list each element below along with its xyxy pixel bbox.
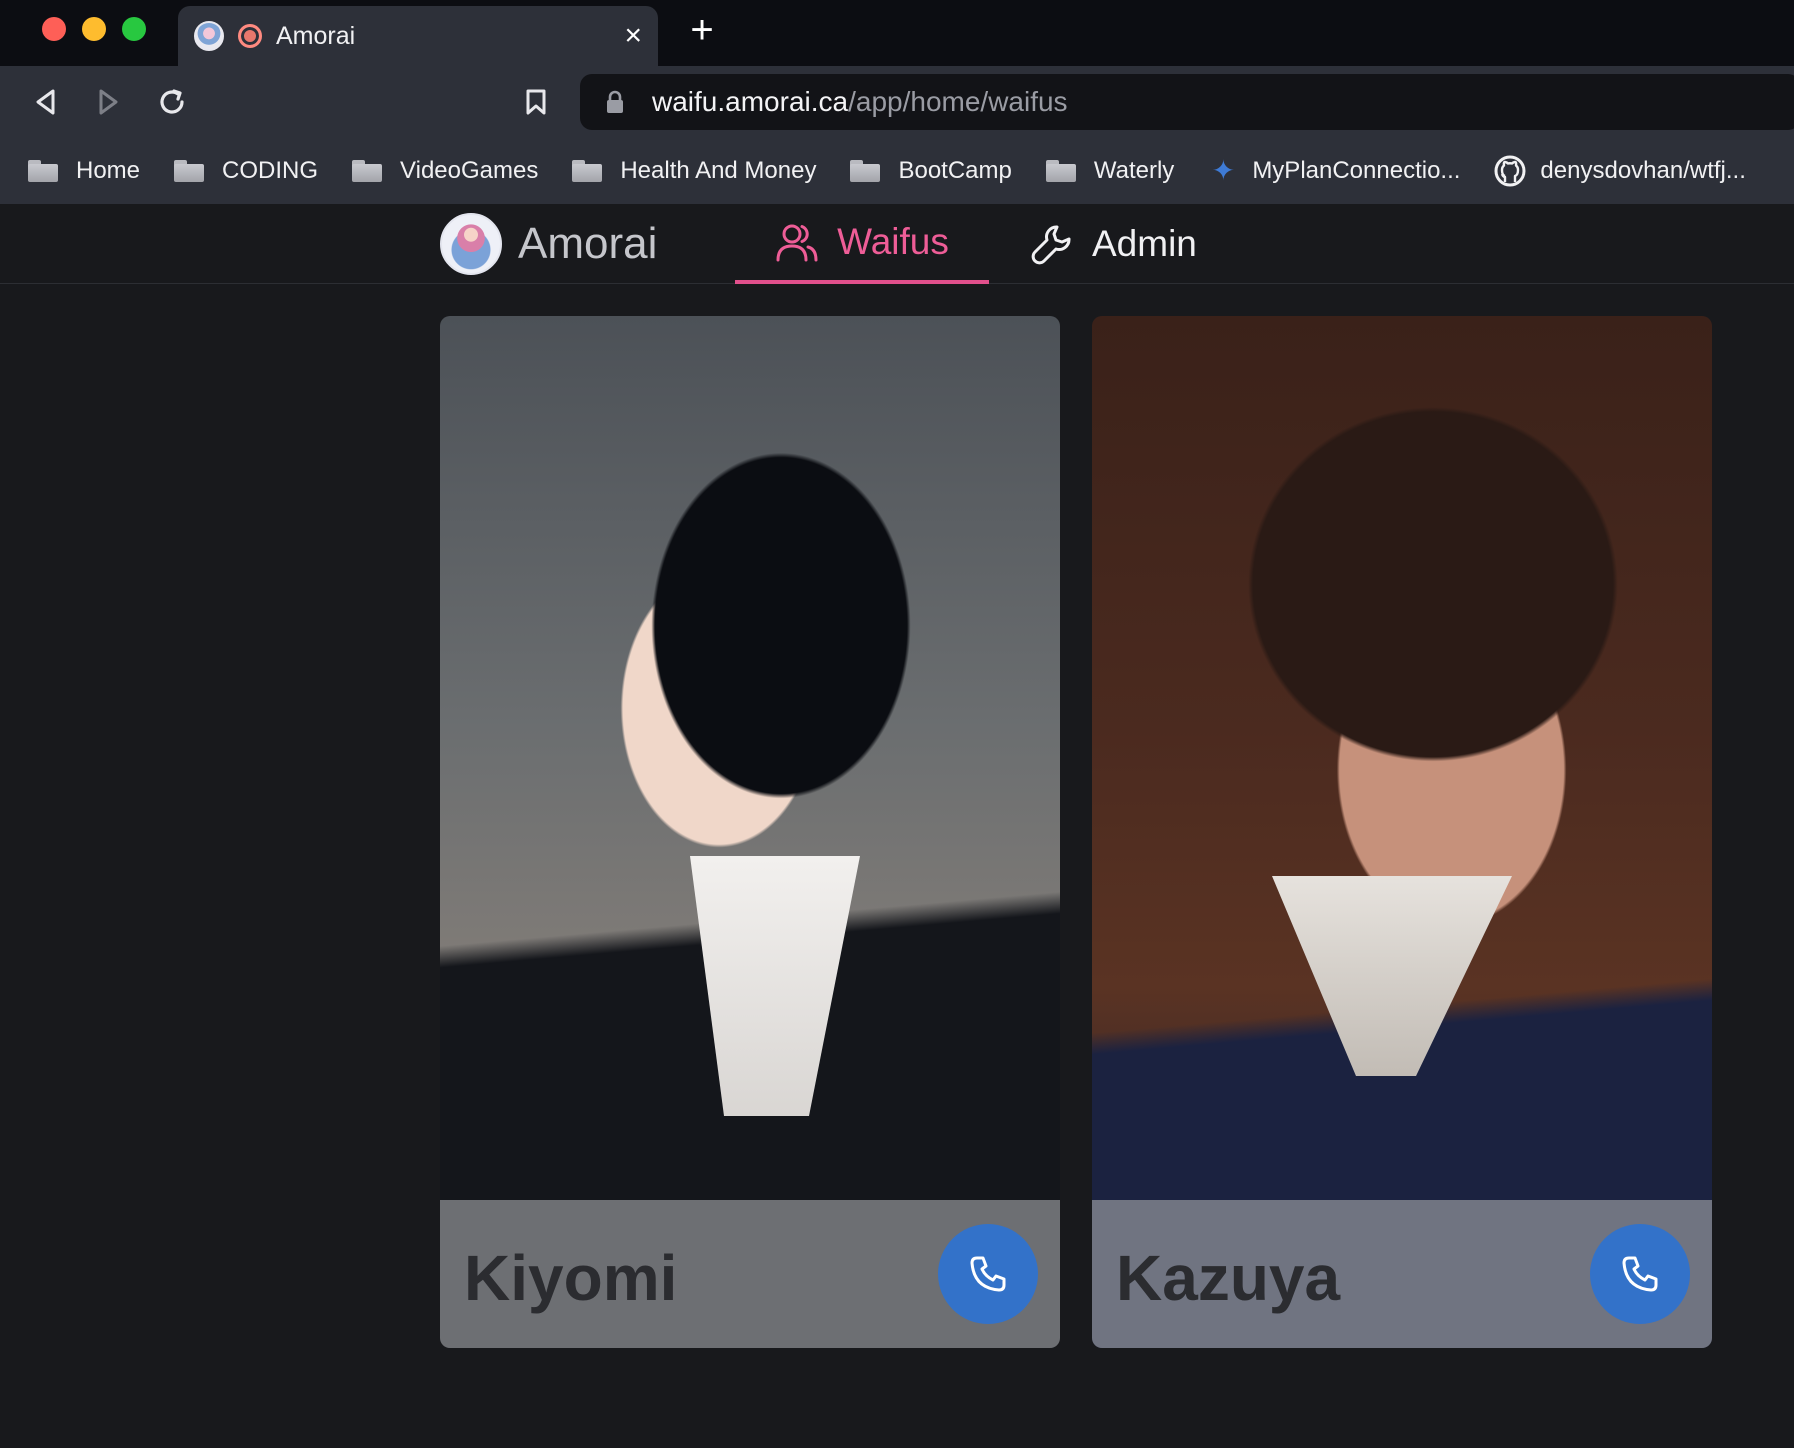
bookmark-label: denysdovhan/wtfj... xyxy=(1540,157,1746,184)
bookmark-github-wtfjs[interactable]: denysdovhan/wtfj... xyxy=(1494,155,1746,187)
character-portrait xyxy=(1092,316,1712,1348)
minimize-window-button[interactable] xyxy=(82,17,106,41)
forward-button[interactable] xyxy=(86,80,130,124)
browser-tab[interactable]: Amorai × xyxy=(178,6,658,66)
bookmark-label: VideoGames xyxy=(400,157,539,184)
phone-icon xyxy=(1622,1256,1658,1292)
character-card[interactable]: Kiyomi xyxy=(440,316,1060,1348)
bookmark-bootcamp[interactable]: BootCamp xyxy=(850,157,1012,185)
bookmark-health-and-money[interactable]: Health And Money xyxy=(572,157,816,185)
tab-admin[interactable]: Admin xyxy=(1024,204,1197,284)
github-icon xyxy=(1494,155,1526,187)
lock-icon xyxy=(607,90,623,113)
bookmark-coding[interactable]: CODING xyxy=(174,157,318,185)
character-name: Kazuya xyxy=(1116,1242,1341,1314)
reload-button[interactable] xyxy=(150,80,194,124)
tab-title: Amorai xyxy=(276,21,356,50)
app-header: Amorai Waifus Admin xyxy=(0,204,1794,284)
browser-window: Amorai × + waifu.amorai.ca /app/home/wai… xyxy=(0,0,1794,1448)
recording-indicator-icon xyxy=(238,24,262,48)
users-icon xyxy=(776,224,818,262)
address-bar[interactable]: waifu.amorai.ca/app/home/waifus xyxy=(580,74,1794,130)
bookmark-icon xyxy=(526,89,546,115)
url-path: /app/home/waifus xyxy=(848,86,1068,117)
card-footer: Kazuya xyxy=(1092,1200,1712,1348)
call-button[interactable] xyxy=(1590,1224,1690,1324)
card-footer: Kiyomi xyxy=(440,1200,1060,1348)
tab-admin-label: Admin xyxy=(1092,223,1197,264)
bookmark-label: Health And Money xyxy=(620,157,817,184)
folder-icon xyxy=(572,160,603,182)
bookmark-label: CODING xyxy=(222,157,319,184)
bookmark-label: MyPlanConnectio... xyxy=(1252,157,1461,184)
phone-icon xyxy=(970,1256,1006,1292)
reload-icon xyxy=(160,89,184,114)
sparkle-icon: ✦ xyxy=(1211,155,1236,186)
folder-icon xyxy=(352,160,383,182)
amorai-logo-icon xyxy=(440,213,502,275)
maximize-window-button[interactable] xyxy=(122,17,146,41)
bookmark-label: Home xyxy=(76,157,141,184)
tab-strip: Amorai × + xyxy=(0,0,1794,66)
brand-link[interactable]: Amorai xyxy=(440,212,657,276)
amorai-favicon-icon xyxy=(194,21,224,51)
character-portrait xyxy=(440,316,1060,1348)
folder-icon xyxy=(28,160,58,182)
bookmark-label: Waterly xyxy=(1093,157,1175,184)
back-button[interactable] xyxy=(24,80,68,124)
bookmark-myplanconnection[interactable]: ✦ MyPlanConnectio... xyxy=(1208,155,1461,186)
tab-close-icon[interactable]: × xyxy=(624,21,642,51)
browser-toolbar: waifu.amorai.ca/app/home/waifus xyxy=(0,66,1794,138)
new-tab-button[interactable]: + xyxy=(686,10,718,50)
back-arrow-icon xyxy=(36,89,55,115)
close-window-button[interactable] xyxy=(42,17,66,41)
bookmark-videogames[interactable]: VideoGames xyxy=(352,157,538,185)
bookmark-label: BootCamp xyxy=(898,157,1012,184)
folder-icon xyxy=(1045,160,1076,182)
wrench-icon xyxy=(1031,225,1071,265)
character-name: Kiyomi xyxy=(464,1242,678,1314)
folder-icon xyxy=(850,160,881,182)
tab-waifus[interactable]: Waifus xyxy=(735,204,989,284)
bookmarks-bar: Home CODING VideoGames Health And Money … xyxy=(0,138,1794,204)
forward-arrow-icon xyxy=(99,89,118,115)
character-card[interactable]: Kazuya xyxy=(1092,316,1712,1348)
bookmark-page-button[interactable] xyxy=(514,80,558,124)
bookmark-home[interactable]: Home xyxy=(28,157,140,185)
tab-waifus-label: Waifus xyxy=(837,221,949,262)
url-host: waifu.amorai.ca xyxy=(652,86,849,117)
brand-name: Amorai xyxy=(518,219,658,268)
folder-icon xyxy=(174,160,205,182)
bookmark-waterly[interactable]: Waterly xyxy=(1045,157,1175,185)
call-button[interactable] xyxy=(938,1224,1038,1324)
